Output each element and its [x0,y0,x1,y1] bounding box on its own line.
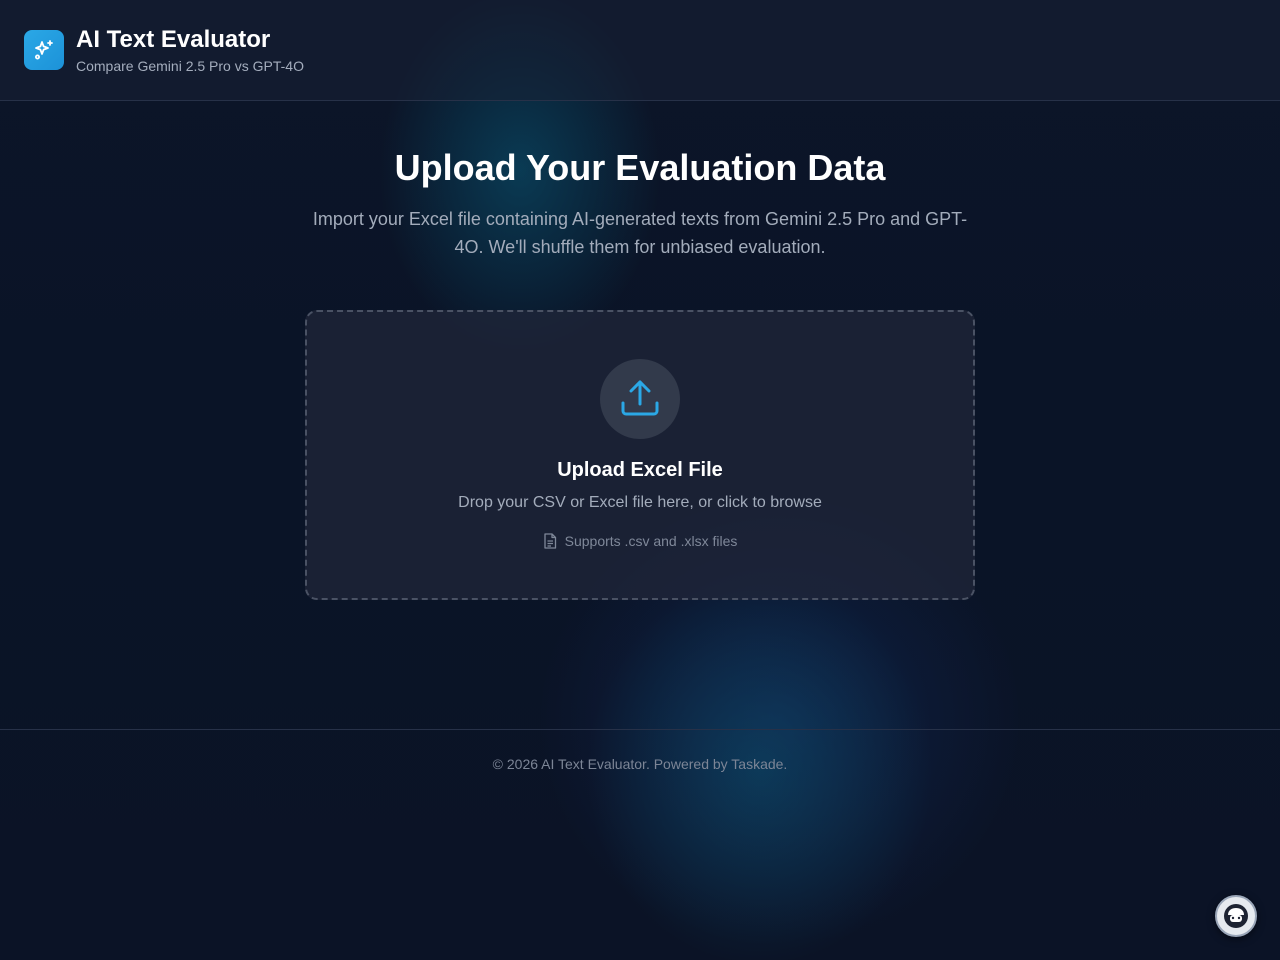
upload-title: Upload Excel File [557,459,723,481]
chat-avatar-icon [1224,904,1248,928]
copyright-text: © 2026 AI Text Evaluator. Powered by Tas… [492,756,788,772]
app-header: AI Text Evaluator Compare Gemini 2.5 Pro… [0,0,1280,101]
upload-hint: Drop your CSV or Excel file here, or cli… [458,494,822,511]
app-logo [24,30,64,70]
page-footer: © 2026 AI Text Evaluator. Powered by Tas… [0,729,1280,799]
upload-icon-circle [600,359,680,439]
page-title: Upload Your Evaluation Data [394,147,886,188]
file-text-icon [543,533,556,549]
sparkles-icon [35,40,53,60]
file-dropzone[interactable]: Upload Excel File Drop your CSV or Excel… [305,310,975,600]
app-title: AI Text Evaluator [76,26,271,53]
supported-formats: Supports .csv and .xlsx files [307,533,973,549]
upload-icon [621,380,659,416]
chat-widget-button[interactable] [1215,895,1257,937]
page-description: Import your Excel file containing AI-gen… [312,209,968,257]
supported-formats-label: Supports .csv and .xlsx files [564,533,738,549]
app-subtitle: Compare Gemini 2.5 Pro vs GPT-4O [76,58,304,74]
